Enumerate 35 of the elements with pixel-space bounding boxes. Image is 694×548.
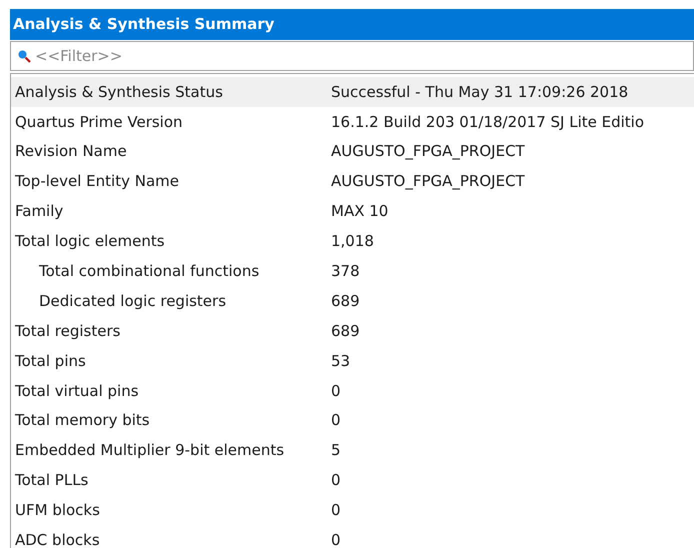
property-name: Total registers xyxy=(14,320,122,342)
property-name: Dedicated logic registers xyxy=(38,290,228,312)
property-name: Total logic elements xyxy=(14,231,166,252)
table-row[interactable]: Analysis & Synthesis Status Successful - Thu May 31 17:09:26 2018 xyxy=(11,77,694,107)
property-value: AUGUSTO_FPGA_PROJECT xyxy=(331,171,525,192)
property-name: Top-level Entity Name xyxy=(14,171,180,192)
property-value: 0 xyxy=(331,530,341,548)
property-name: UFM blocks xyxy=(14,500,101,522)
property-value: 689 xyxy=(331,320,360,342)
property-value: AUGUSTO_FPGA_PROJECT xyxy=(331,141,525,162)
property-value: 0 xyxy=(331,500,341,522)
property-value: MAX 10 xyxy=(331,201,388,222)
property-value: 0 xyxy=(331,380,341,402)
property-value: 0 xyxy=(331,470,341,492)
property-name: Total memory bits xyxy=(14,410,151,432)
property-value: Successful - Thu May 31 17:09:26 2018 xyxy=(331,82,628,103)
property-value: 378 xyxy=(331,261,360,282)
property-name: Quartus Prime Version xyxy=(14,112,184,133)
property-name: Family xyxy=(14,201,64,222)
property-name: ADC blocks xyxy=(14,530,101,548)
property-value: 16.1.2 Build 203 01/18/2017 SJ Lite Editio xyxy=(331,112,644,133)
filter-field[interactable]: <<Filter>> xyxy=(10,41,694,71)
property-name: Revision Name xyxy=(14,141,128,162)
panel-title: Analysis & Synthesis Summary xyxy=(10,9,694,40)
property-name: Analysis & Synthesis Status xyxy=(14,82,224,103)
property-name: Total pins xyxy=(14,350,87,372)
property-name: Total combinational functions xyxy=(38,261,260,282)
property-name: Total virtual pins xyxy=(14,380,140,402)
property-value: 5 xyxy=(331,440,341,462)
property-value: 1,018 xyxy=(331,231,374,252)
property-name: Total PLLs xyxy=(14,470,90,492)
property-name: Embedded Multiplier 9-bit elements xyxy=(14,440,286,462)
property-value: 689 xyxy=(331,290,360,312)
property-value: 53 xyxy=(331,350,350,372)
property-value: 0 xyxy=(331,410,341,432)
